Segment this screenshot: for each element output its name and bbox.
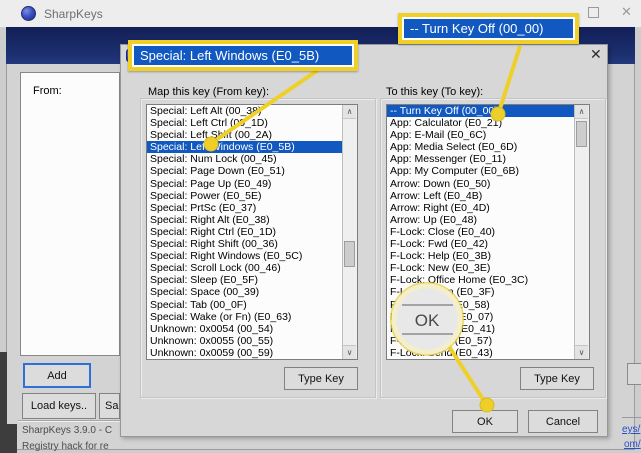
- list-item[interactable]: App: E-Mail (E0_6C): [387, 129, 574, 141]
- status-link[interactable]: om/: [624, 439, 641, 450]
- list-item[interactable]: Special: Left Shift (00_2A): [147, 129, 342, 141]
- right-statusbar-divider: [622, 417, 641, 418]
- list-item[interactable]: Special: Right Ctrl (E0_1D): [147, 226, 342, 238]
- list-item[interactable]: App: Calculator (E0_21): [387, 117, 574, 129]
- mappings-list-panel[interactable]: From:: [20, 72, 120, 356]
- list-item[interactable]: Special: Right Shift (00_36): [147, 238, 342, 250]
- list-item[interactable]: Special: Page Down (E0_51): [147, 165, 342, 177]
- list-item[interactable]: Special: Left Alt (00_38): [147, 105, 342, 117]
- status-link[interactable]: eys/: [622, 424, 640, 435]
- list-item[interactable]: F-Lock: Open (E0_3F): [387, 286, 574, 298]
- from-key-listbox[interactable]: Special: Left Alt (00_38)Special: Left C…: [146, 104, 358, 360]
- list-item[interactable]: Special: Power (E0_5E): [147, 190, 342, 202]
- list-item[interactable]: App: Messenger (E0_11): [387, 153, 574, 165]
- window-corner-shadow: [0, 424, 17, 453]
- list-item[interactable]: Special: Page Up (E0_49): [147, 178, 342, 190]
- to-this-key-label: To this key (To key):: [386, 86, 483, 98]
- list-item[interactable]: F-Lock: Print (E0_58): [387, 299, 574, 311]
- list-item[interactable]: Unknown: 0x0059 (00_59): [147, 347, 342, 359]
- list-item[interactable]: Special: Sleep (E0_5F): [147, 274, 342, 286]
- scrollbar-thumb[interactable]: [344, 241, 355, 267]
- load-keys-button[interactable]: Load keys..: [22, 393, 96, 419]
- scroll-up-icon[interactable]: ∧: [343, 105, 356, 119]
- from-key-items: Special: Left Alt (00_38)Special: Left C…: [147, 105, 342, 359]
- type-key-button-to[interactable]: Type Key: [520, 367, 594, 390]
- type-key-button-from[interactable]: Type Key: [284, 367, 358, 390]
- to-key-listbox[interactable]: -- Turn Key Off (00_00)App: Calculator (…: [386, 104, 590, 360]
- add-button[interactable]: Add: [24, 364, 90, 387]
- scroll-down-icon[interactable]: ∨: [575, 345, 588, 359]
- list-item[interactable]: F-Lock: Redo (E0_07): [387, 311, 574, 323]
- list-item[interactable]: App: Media Select (E0_6D): [387, 141, 574, 153]
- scroll-up-icon[interactable]: ∧: [575, 105, 588, 119]
- dialog-close-icon[interactable]: ✕: [590, 47, 602, 61]
- list-item[interactable]: Unknown: 0x0054 (00_54): [147, 323, 342, 335]
- list-item[interactable]: Special: Wake (or Fn) (E0_63): [147, 311, 342, 323]
- list-item[interactable]: -- Turn Key Off (00_00): [387, 105, 574, 117]
- list-item[interactable]: Arrow: Up (E0_48): [387, 214, 574, 226]
- to-key-items: -- Turn Key Off (00_00)App: Calculator (…: [387, 105, 574, 359]
- from-column-header: From:: [33, 85, 62, 97]
- list-item[interactable]: Special: Scroll Lock (00_46): [147, 262, 342, 274]
- window-title: SharpKeys: [44, 7, 103, 21]
- list-item[interactable]: Special: Right Windows (E0_5C): [147, 250, 342, 262]
- partial-button-right[interactable]: [627, 363, 641, 385]
- list-item[interactable]: Arrow: Left (E0_4B): [387, 190, 574, 202]
- list-item[interactable]: Special: Left Windows (E0_5B): [147, 141, 342, 153]
- map-this-key-label: Map this key (From key):: [148, 86, 269, 98]
- callout-box-from-key: Special: Left Windows (E0_5B): [128, 40, 358, 71]
- sharpkeys-app-icon: [21, 6, 36, 21]
- list-item[interactable]: F-Lock: Close (E0_40): [387, 226, 574, 238]
- status-version-text: SharpKeys 3.9.0 - C: [22, 425, 112, 436]
- list-item[interactable]: App: My Computer (E0_6B): [387, 165, 574, 177]
- list-item[interactable]: Special: Tab (00_0F): [147, 299, 342, 311]
- callout-box-to-key: -- Turn Key Off (00_00): [398, 13, 579, 44]
- list-item[interactable]: Special: Right Alt (E0_38): [147, 214, 342, 226]
- scroll-down-icon[interactable]: ∨: [343, 345, 356, 359]
- list-item[interactable]: Arrow: Right (E0_4D): [387, 202, 574, 214]
- list-item[interactable]: F-Lock: Send (E0_43): [387, 347, 574, 359]
- ok-button[interactable]: OK: [452, 410, 518, 433]
- list-item[interactable]: Special: Left Ctrl (00_1D): [147, 117, 342, 129]
- list-item[interactable]: F-Lock: Fwd (E0_42): [387, 238, 574, 250]
- list-item[interactable]: Special: Num Lock (00_45): [147, 153, 342, 165]
- save-keys-button[interactable]: Sa: [99, 393, 120, 419]
- screenshot-root: SharpKeys — ✕ From: Add Load keys.. Sa S…: [0, 0, 641, 453]
- status-description-text: Registry hack for re: [22, 441, 109, 452]
- statusbar-divider: [18, 420, 120, 422]
- close-icon[interactable]: ✕: [621, 6, 632, 18]
- list-item[interactable]: F-Lock: New (E0_3E): [387, 262, 574, 274]
- list-item[interactable]: F-Lock: Reply (E0_41): [387, 323, 574, 335]
- callout-from-key-text: Special: Left Windows (E0_5B): [134, 46, 352, 65]
- list-item[interactable]: Special: PrtSc (E0_37): [147, 202, 342, 214]
- list-item[interactable]: Special: Space (00_39): [147, 286, 342, 298]
- maximize-icon[interactable]: [588, 7, 599, 18]
- list-item[interactable]: F-Lock: Office Home (E0_3C): [387, 274, 574, 286]
- list-item[interactable]: F-Lock: Save (E0_57): [387, 335, 574, 347]
- list-item[interactable]: Arrow: Down (E0_50): [387, 178, 574, 190]
- cancel-button[interactable]: Cancel: [528, 410, 598, 433]
- scrollbar-thumb[interactable]: [576, 121, 587, 147]
- to-list-scrollbar[interactable]: ∧ ∨: [574, 105, 589, 359]
- list-item[interactable]: F-Lock: Help (E0_3B): [387, 250, 574, 262]
- list-item[interactable]: Unknown: 0x0055 (00_55): [147, 335, 342, 347]
- callout-to-key-text: -- Turn Key Off (00_00): [404, 19, 573, 38]
- from-list-scrollbar[interactable]: ∧ ∨: [342, 105, 357, 359]
